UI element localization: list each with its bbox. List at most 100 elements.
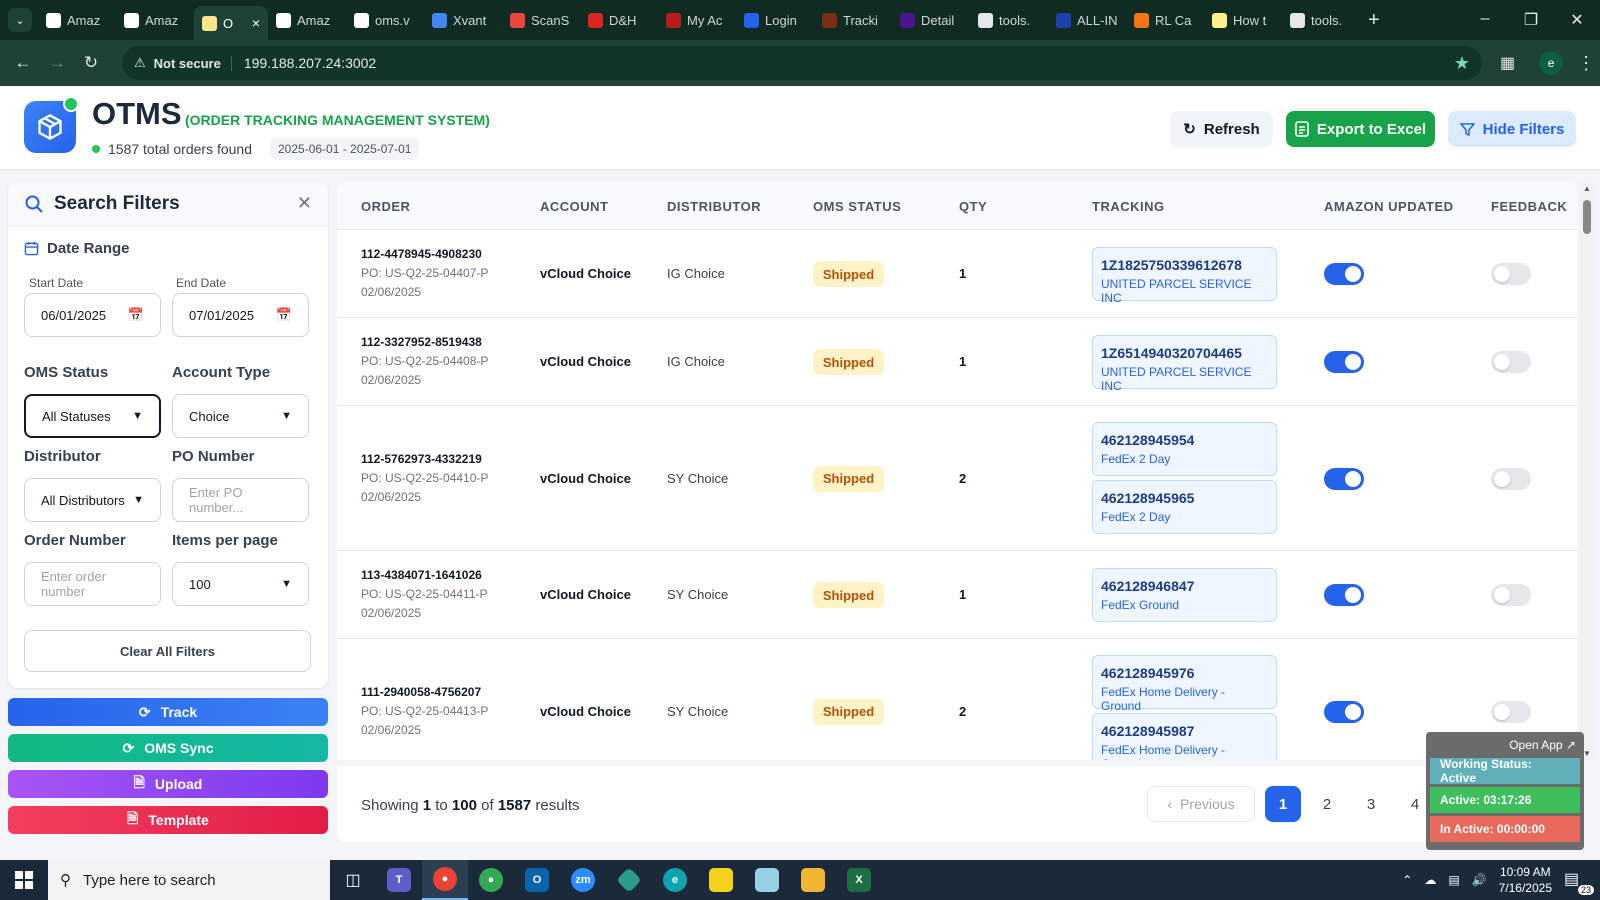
back-arrow-icon[interactable]: ← (6, 53, 40, 73)
column-header-amazon-updated[interactable]: AMAZON UPDATED (1324, 199, 1454, 214)
app-diamond-icon[interactable] (606, 860, 652, 900)
excel-icon[interactable]: X (836, 860, 882, 900)
notepad-icon[interactable] (744, 860, 790, 900)
feedback-toggle[interactable] (1491, 263, 1531, 285)
browser-tab[interactable]: Xvant (424, 5, 502, 35)
page-button-3[interactable]: 3 (1353, 786, 1389, 822)
browser-tab[interactable]: Detail (892, 5, 970, 35)
tracking-number[interactable]: 462128945965 (1101, 490, 1268, 506)
taskbar-search-box[interactable]: ⚲ Type here to search (48, 860, 330, 900)
amazon-updated-toggle[interactable] (1324, 467, 1364, 490)
tab-search-chevron-icon[interactable]: ⌄ (8, 8, 32, 32)
column-header-tracking[interactable]: TRACKING (1092, 199, 1165, 214)
url-text[interactable]: 199.188.207.24:3002 (244, 55, 376, 71)
outlook-icon[interactable]: O (514, 860, 560, 900)
track-button[interactable]: ⟳ Track (8, 698, 328, 726)
browser-tab[interactable]: How t (1204, 5, 1282, 35)
browser-tab[interactable]: Amaz (38, 5, 116, 35)
file-explorer-icon[interactable] (790, 860, 836, 900)
order-number[interactable]: 112-3327952-8519438 (361, 335, 488, 349)
browser-tab[interactable]: ScanS (502, 5, 580, 35)
hide-filters-button[interactable]: Hide Filters (1448, 111, 1576, 147)
table-row[interactable]: 112-3327952-8519438 PO: US-Q2-25-04408-P 0… (337, 318, 1577, 406)
chrome-icon[interactable]: ● (422, 860, 468, 900)
network-icon[interactable]: ▤ (1448, 873, 1459, 887)
browser-tab[interactable]: Amaz (268, 5, 346, 35)
scroll-up-arrow-icon[interactable]: ▲ (1583, 184, 1591, 193)
calendar-picker-icon[interactable]: 📅 (128, 307, 144, 323)
oms-sync-button[interactable]: ⟳ OMS Sync (8, 734, 328, 762)
edge-icon[interactable]: e (652, 860, 698, 900)
browser-tab[interactable]: Login (736, 5, 814, 35)
security-label[interactable]: Not secure (154, 55, 232, 71)
browser-tab[interactable]: My Ac (658, 5, 736, 35)
volume-icon[interactable]: 🔊 (1472, 873, 1487, 887)
items-per-page-select[interactable]: 100 ▼ (172, 562, 309, 606)
export-excel-button[interactable]: Export to Excel (1286, 111, 1435, 147)
amazon-updated-toggle[interactable] (1324, 584, 1364, 606)
tracking-card[interactable]: 1Z6514940320704465 UNITED PARCEL SERVICE … (1092, 335, 1277, 393)
feedback-toggle[interactable] (1491, 467, 1531, 490)
new-tab-plus-icon[interactable]: + (1368, 9, 1380, 32)
zoom-icon[interactable]: zm (560, 860, 606, 900)
feedback-toggle[interactable] (1491, 584, 1531, 606)
browser-tab[interactable]: tools. (1282, 5, 1360, 35)
browser-tab[interactable]: RL Ca (1126, 5, 1204, 35)
chrome-profile-icon[interactable]: ● (468, 860, 514, 900)
column-header-oms-status[interactable]: OMS STATUS (813, 199, 901, 214)
minimize-icon[interactable]: – (1462, 10, 1508, 30)
table-row[interactable]: 113-4384071-1641026 PO: US-Q2-25-04411-P 0… (337, 551, 1577, 639)
tracking-number[interactable]: 1Z1825750339612678 (1101, 257, 1268, 273)
account-type-select[interactable]: Choice ▼ (172, 394, 309, 438)
amazon-updated-toggle[interactable] (1324, 263, 1364, 285)
windows-start-button[interactable] (0, 860, 48, 900)
clear-all-filters-button[interactable]: Clear All Filters (24, 630, 311, 672)
browser-tab[interactable]: ALL-IN (1048, 5, 1126, 35)
previous-page-button[interactable]: ‹ Previous (1147, 786, 1255, 822)
tracking-number[interactable]: 462128945987 (1101, 723, 1268, 739)
browser-tab[interactable]: O × (194, 6, 268, 40)
tracking-card[interactable]: 462128945976 FedEx Home Delivery - Ground (1092, 654, 1277, 713)
tracking-number[interactable]: 462128945976 (1101, 665, 1268, 681)
table-row[interactable]: 112-5762973-4332219 PO: US-Q2-25-04410-P 0… (337, 406, 1577, 551)
task-view-icon[interactable]: ◫ (330, 860, 376, 900)
tracking-number[interactable]: 462128945954 (1101, 432, 1268, 448)
tracking-card[interactable]: 462128946847 FedEx Ground (1092, 568, 1277, 622)
order-number[interactable]: 112-4478945-4908230 (361, 247, 488, 261)
calendar-picker-icon[interactable]: 📅 (276, 307, 292, 323)
table-scrollbar[interactable]: ▲ ▼ (1580, 182, 1594, 760)
scrollbar-thumb[interactable] (1583, 200, 1591, 234)
tracking-card[interactable]: 462128945987 FedEx Home Delivery - Ground (1092, 712, 1277, 760)
tracking-card[interactable]: 462128945954 FedEx 2 Day (1092, 421, 1277, 476)
browser-tab[interactable]: Amaz (116, 5, 194, 35)
column-header-order[interactable]: ORDER (361, 199, 410, 214)
template-button[interactable]: 🗎 Template (8, 806, 328, 834)
end-date-input[interactable]: 07/01/2025 📅 (172, 293, 309, 337)
column-header-account[interactable]: ACCOUNT (540, 199, 609, 214)
page-button-1[interactable]: 1 (1265, 786, 1301, 822)
distributor-select[interactable]: All Distributors ▼ (24, 478, 161, 522)
feedback-toggle[interactable] (1491, 351, 1531, 373)
restore-icon[interactable]: ❐ (1508, 10, 1554, 30)
feedback-toggle[interactable] (1491, 700, 1531, 723)
order-number-input[interactable]: Enter order number (24, 562, 161, 606)
scroll-down-arrow-icon[interactable]: ▼ (1583, 749, 1591, 758)
sticky-notes-icon[interactable] (698, 860, 744, 900)
amazon-updated-toggle[interactable] (1324, 351, 1364, 373)
show-hidden-icons-chevron-icon[interactable]: ⌃ (1402, 873, 1412, 887)
column-header-distributor[interactable]: DISTRIBUTOR (667, 199, 761, 214)
refresh-button[interactable]: ↻ Refresh (1170, 111, 1273, 147)
notifications-icon[interactable]: ▤ 23 (1564, 869, 1594, 895)
page-button-2[interactable]: 2 (1309, 786, 1345, 822)
browser-menu-icon[interactable]: ⋮ (1577, 53, 1595, 74)
taskbar-clock[interactable]: 10:09 AM 7/16/2025 (1499, 864, 1552, 896)
column-header-qty[interactable]: QTY (959, 199, 987, 214)
tracking-number[interactable]: 462128946847 (1101, 578, 1268, 594)
open-app-link[interactable]: Open App ↗ (1430, 736, 1580, 758)
bookmark-star-icon[interactable]: ★ (1454, 53, 1470, 74)
profile-avatar[interactable]: e (1539, 51, 1564, 75)
oms-status-select[interactable]: All Statuses ▼ (24, 394, 161, 438)
table-row[interactable]: 111-2940058-4756207 PO: US-Q2-25-04413-P 0… (337, 639, 1577, 760)
onedrive-cloud-icon[interactable]: ☁ (1424, 873, 1436, 887)
close-filters-icon[interactable]: ✕ (297, 193, 312, 214)
